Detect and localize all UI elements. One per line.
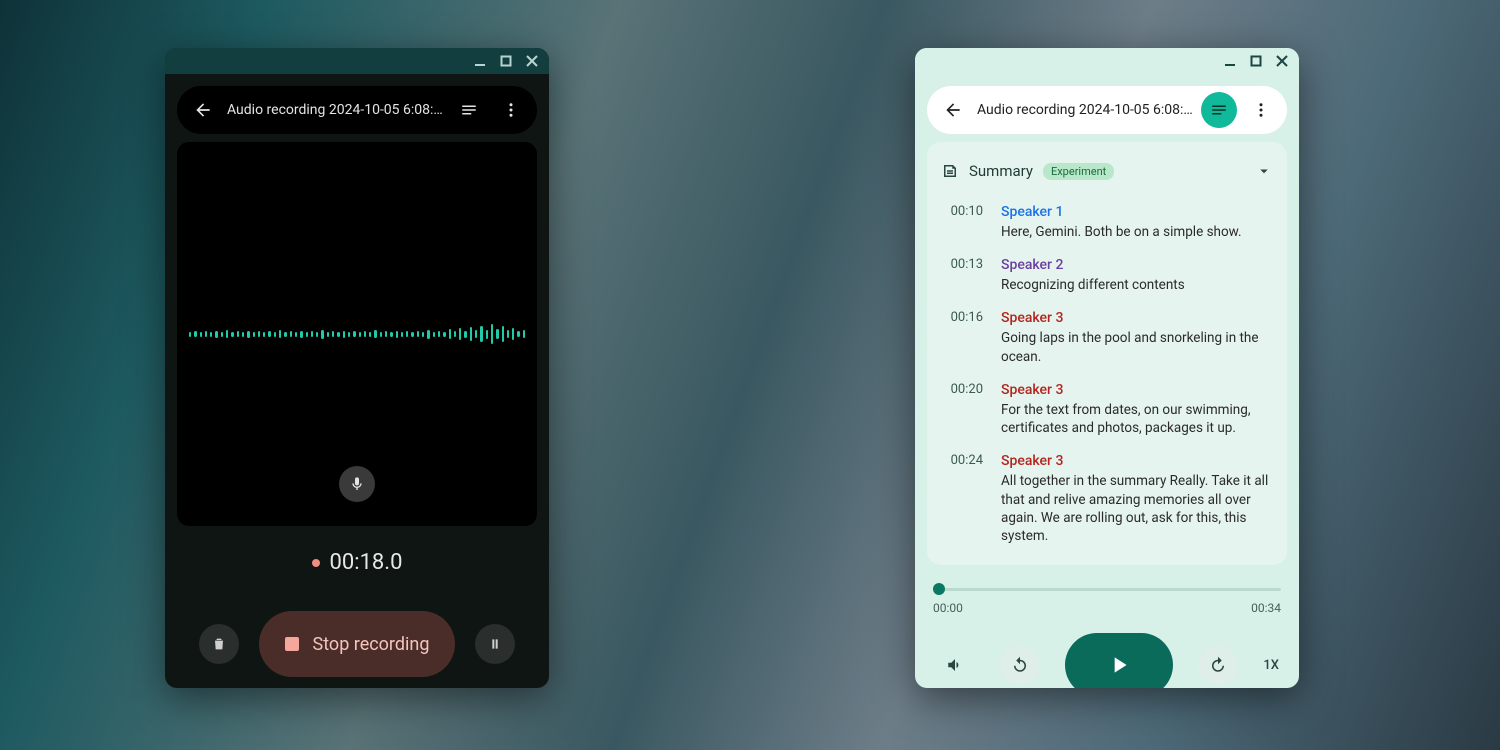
- maximize-icon[interactable]: [1247, 52, 1265, 70]
- recorder-window-dark: Audio recording 2024-10-05 6:08:34 PM 00…: [165, 48, 549, 688]
- delete-button[interactable]: [199, 624, 239, 664]
- recording-title: Audio recording 2024-10-05 6:08:34 PM: [227, 102, 445, 118]
- transcript-list: 00:10 Speaker 1 Here, Gemini. Both be on…: [927, 196, 1287, 553]
- app-bar: Audio recording 2024-10-05 6:08:3…: [927, 86, 1287, 134]
- transcript-toggle[interactable]: [1201, 92, 1237, 128]
- waveform: [177, 324, 537, 344]
- timestamp: 00:16: [941, 310, 983, 365]
- summary-label: Summary: [969, 162, 1033, 180]
- maximize-icon[interactable]: [497, 52, 515, 70]
- transcript-text: For the text from dates, on our swimming…: [1001, 401, 1273, 437]
- speaker-name: Speaker 3: [1001, 382, 1273, 398]
- close-icon[interactable]: [1273, 52, 1291, 70]
- time-end: 00:34: [1251, 601, 1281, 615]
- transcript-panel: Summary Experiment 00:10 Speaker 1 Here,…: [927, 142, 1287, 565]
- volume-button[interactable]: [935, 645, 975, 685]
- experiment-badge: Experiment: [1043, 163, 1114, 180]
- rewind-button[interactable]: [1000, 645, 1040, 685]
- close-icon[interactable]: [523, 52, 541, 70]
- playback-controls: 1X: [927, 633, 1287, 688]
- window-titlebar: [165, 48, 549, 74]
- summary-icon: [941, 162, 959, 180]
- transcript-row[interactable]: 00:16 Speaker 3 Going laps in the pool a…: [927, 302, 1287, 373]
- speaker-name: Speaker 1: [1001, 204, 1273, 220]
- pause-button[interactable]: [475, 624, 515, 664]
- back-icon[interactable]: [185, 92, 221, 128]
- chevron-down-icon: [1255, 162, 1273, 180]
- recording-timer: 00:18.0: [165, 550, 549, 575]
- time-start: 00:00: [933, 601, 963, 615]
- time-labels: 00:00 00:34: [933, 601, 1281, 615]
- stop-label: Stop recording: [313, 634, 430, 655]
- forward-button[interactable]: [1198, 645, 1238, 685]
- more-icon[interactable]: [1243, 92, 1279, 128]
- recorder-window-light: Audio recording 2024-10-05 6:08:3… Summa…: [915, 48, 1299, 688]
- transcript-icon[interactable]: [451, 92, 487, 128]
- minimize-icon[interactable]: [1221, 52, 1239, 70]
- speaker-name: Speaker 2: [1001, 257, 1273, 273]
- transcript-text: Here, Gemini. Both be on a simple show.: [1001, 223, 1273, 241]
- record-indicator-icon: [312, 559, 320, 567]
- timestamp: 00:10: [941, 204, 983, 241]
- stop-recording-button[interactable]: Stop recording: [259, 611, 456, 677]
- transcript-row[interactable]: 00:10 Speaker 1 Here, Gemini. Both be on…: [927, 196, 1287, 249]
- transcript-row[interactable]: 00:13 Speaker 2 Recognizing different co…: [927, 249, 1287, 302]
- timestamp: 00:13: [941, 257, 983, 294]
- stop-icon: [285, 637, 299, 651]
- mic-button[interactable]: [339, 466, 375, 502]
- transcript-row[interactable]: 00:20 Speaker 3 For the text from dates,…: [927, 374, 1287, 445]
- app-bar: Audio recording 2024-10-05 6:08:34 PM: [177, 86, 537, 134]
- speaker-name: Speaker 3: [1001, 310, 1273, 326]
- recording-title: Audio recording 2024-10-05 6:08:3…: [977, 102, 1195, 118]
- waveform-panel: [177, 142, 537, 526]
- back-icon[interactable]: [935, 92, 971, 128]
- transcript-text: Going laps in the pool and snorkeling in…: [1001, 329, 1273, 365]
- transcript-text: All together in the summary Really. Take…: [1001, 472, 1273, 545]
- timestamp: 00:20: [941, 382, 983, 437]
- playback-speed[interactable]: 1X: [1263, 658, 1279, 673]
- transcript-row[interactable]: 00:24 Speaker 3 All together in the summ…: [927, 445, 1287, 553]
- more-icon[interactable]: [493, 92, 529, 128]
- play-button[interactable]: [1065, 633, 1173, 688]
- summary-row[interactable]: Summary Experiment: [927, 146, 1287, 196]
- speaker-name: Speaker 3: [1001, 453, 1273, 469]
- timestamp: 00:24: [941, 453, 983, 545]
- recorder-actions: Stop recording: [165, 611, 549, 677]
- playback-scrubber[interactable]: [933, 581, 1281, 597]
- transcript-text: Recognizing different contents: [1001, 276, 1273, 294]
- timer-value: 00:18.0: [330, 550, 403, 575]
- window-titlebar: [915, 48, 1299, 74]
- minimize-icon[interactable]: [471, 52, 489, 70]
